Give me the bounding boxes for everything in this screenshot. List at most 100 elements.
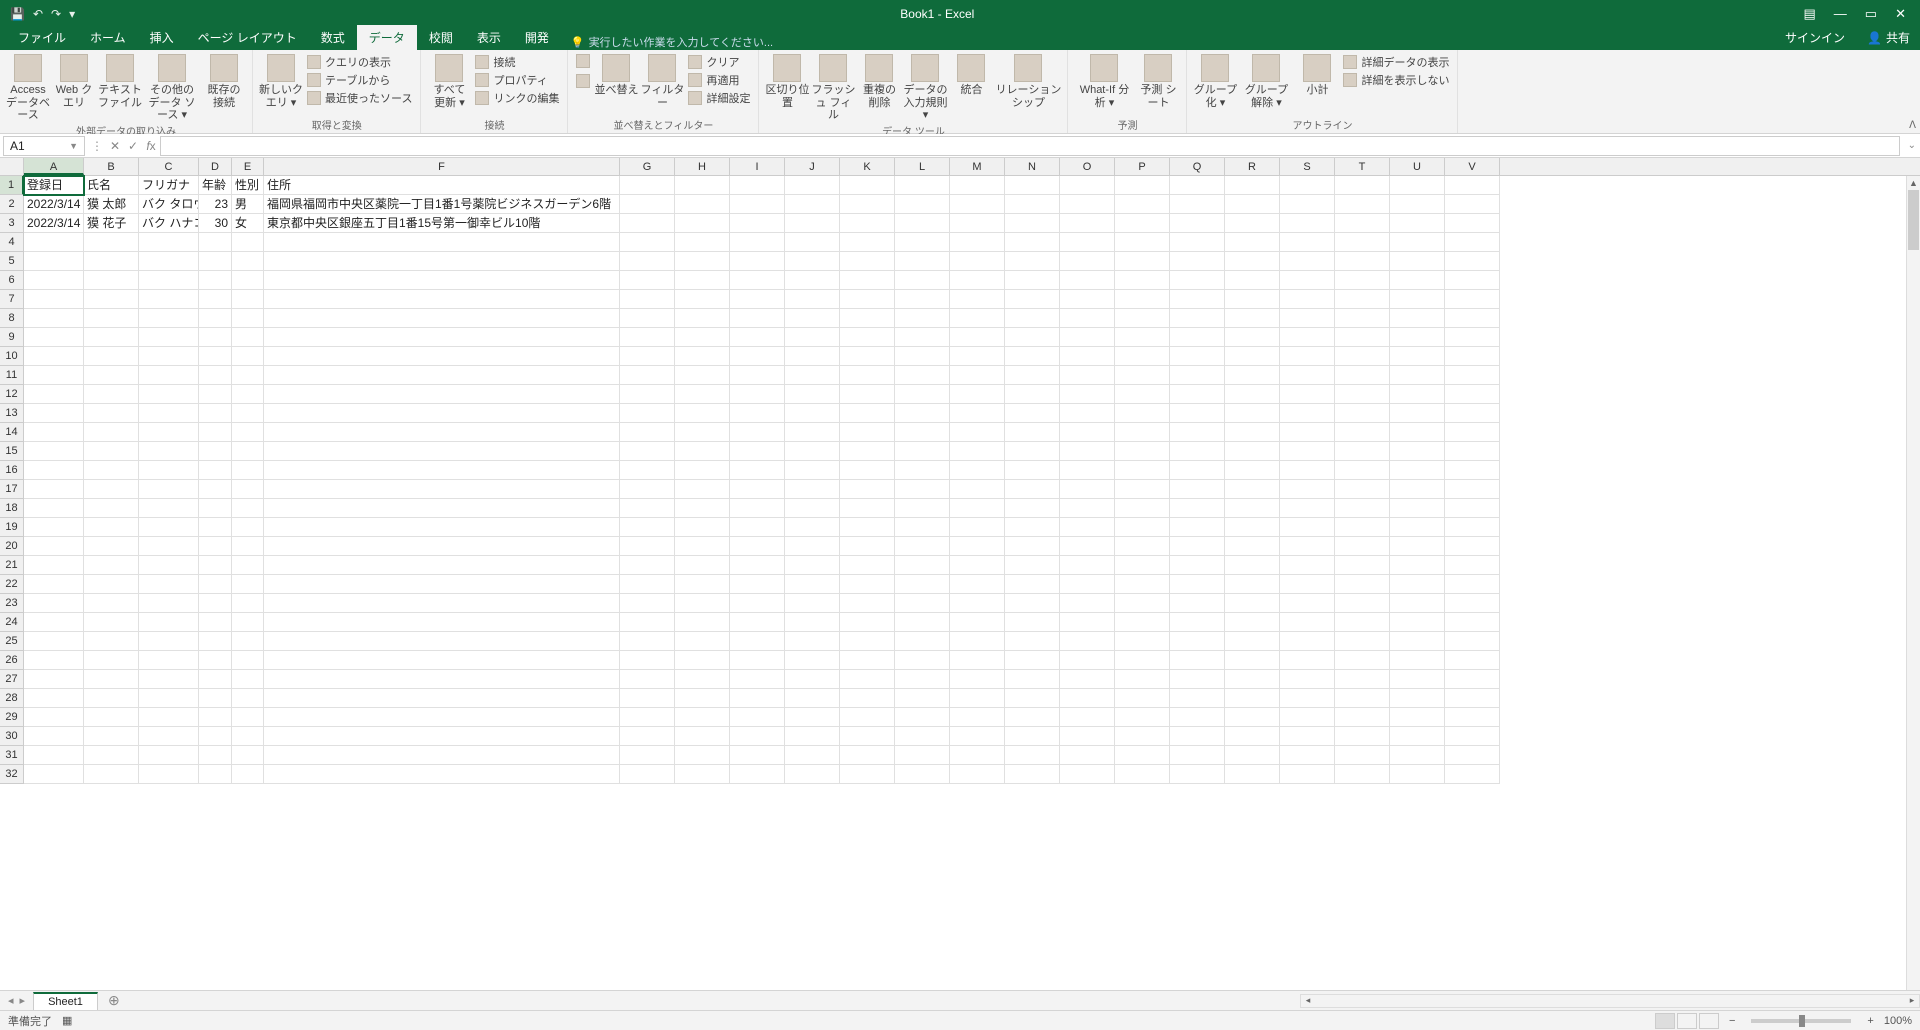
cell[interactable]: [620, 385, 675, 404]
cell[interactable]: [785, 214, 840, 233]
cell[interactable]: [1170, 404, 1225, 423]
cell[interactable]: [1280, 385, 1335, 404]
cell[interactable]: [1115, 556, 1170, 575]
enter-icon[interactable]: ✓: [124, 139, 142, 153]
cell[interactable]: [620, 613, 675, 632]
row-header[interactable]: 30: [0, 727, 24, 746]
cell[interactable]: [24, 252, 84, 271]
sheet-tab[interactable]: Sheet1: [33, 992, 98, 1010]
cell[interactable]: [139, 366, 199, 385]
column-header[interactable]: D: [199, 158, 232, 175]
forecast-sheet-button[interactable]: 予測 シート: [1136, 52, 1180, 109]
column-header[interactable]: E: [232, 158, 264, 175]
cell[interactable]: [1005, 480, 1060, 499]
cell[interactable]: [84, 347, 139, 366]
cell[interactable]: [1115, 461, 1170, 480]
cell[interactable]: [620, 233, 675, 252]
cell[interactable]: [232, 461, 264, 480]
cell[interactable]: [24, 347, 84, 366]
cell[interactable]: [84, 575, 139, 594]
cell[interactable]: [785, 347, 840, 366]
cell[interactable]: 年齢: [199, 176, 232, 195]
cell[interactable]: 住所: [264, 176, 620, 195]
cell[interactable]: [1115, 765, 1170, 784]
cell[interactable]: [675, 727, 730, 746]
cell[interactable]: [895, 195, 950, 214]
cell[interactable]: [1060, 461, 1115, 480]
cell[interactable]: [1280, 328, 1335, 347]
cell[interactable]: [1445, 214, 1500, 233]
cell[interactable]: [1060, 556, 1115, 575]
cell[interactable]: [24, 442, 84, 461]
row-header[interactable]: 25: [0, 632, 24, 651]
cell[interactable]: [1170, 176, 1225, 195]
cell[interactable]: [199, 290, 232, 309]
cell[interactable]: [675, 518, 730, 537]
cell[interactable]: [84, 252, 139, 271]
cell[interactable]: [1225, 689, 1280, 708]
cell[interactable]: [1115, 290, 1170, 309]
cell[interactable]: [264, 461, 620, 480]
cell[interactable]: [1060, 594, 1115, 613]
new-query-button[interactable]: 新しいク エリ ▾: [259, 52, 303, 109]
cell[interactable]: [1225, 423, 1280, 442]
cell[interactable]: [730, 233, 785, 252]
cell[interactable]: [1005, 233, 1060, 252]
cell[interactable]: [1280, 442, 1335, 461]
cell[interactable]: [895, 537, 950, 556]
cell[interactable]: [785, 328, 840, 347]
row-header[interactable]: 9: [0, 328, 24, 347]
cell[interactable]: 東京都中央区銀座五丁目1番15号第一御幸ビル10階: [264, 214, 620, 233]
cell[interactable]: [675, 575, 730, 594]
properties-button[interactable]: プロパティ: [473, 72, 561, 88]
sheet-prev-icon[interactable]: ◂: [8, 994, 14, 1007]
tab-data[interactable]: データ: [357, 25, 417, 50]
cell[interactable]: [1060, 328, 1115, 347]
cell[interactable]: [139, 252, 199, 271]
cell[interactable]: [264, 290, 620, 309]
cell[interactable]: [620, 271, 675, 290]
cell[interactable]: [620, 404, 675, 423]
cell[interactable]: [950, 632, 1005, 651]
cell[interactable]: [1170, 328, 1225, 347]
cell[interactable]: [24, 404, 84, 423]
column-header[interactable]: G: [620, 158, 675, 175]
cell[interactable]: [950, 613, 1005, 632]
cell[interactable]: [730, 423, 785, 442]
cell[interactable]: [1170, 651, 1225, 670]
column-header[interactable]: C: [139, 158, 199, 175]
cell[interactable]: [84, 613, 139, 632]
existing-connections-button[interactable]: 既存の 接続: [202, 52, 246, 109]
cell[interactable]: [950, 404, 1005, 423]
cell[interactable]: [1335, 252, 1390, 271]
cell[interactable]: [1335, 423, 1390, 442]
cell[interactable]: [264, 670, 620, 689]
cell[interactable]: [1060, 613, 1115, 632]
cell[interactable]: [840, 765, 895, 784]
cell[interactable]: [232, 423, 264, 442]
cell[interactable]: [199, 746, 232, 765]
cell[interactable]: [199, 708, 232, 727]
cell[interactable]: [785, 613, 840, 632]
tab-file[interactable]: ファイル: [6, 25, 78, 50]
minimize-button[interactable]: —: [1834, 6, 1847, 21]
row-header[interactable]: 10: [0, 347, 24, 366]
scroll-thumb[interactable]: [1908, 190, 1919, 250]
cell[interactable]: [840, 556, 895, 575]
cell[interactable]: [1280, 708, 1335, 727]
cell[interactable]: [950, 594, 1005, 613]
cell[interactable]: [1390, 556, 1445, 575]
cell[interactable]: [1005, 537, 1060, 556]
cell[interactable]: [675, 537, 730, 556]
cell[interactable]: [1225, 176, 1280, 195]
cell[interactable]: [1115, 689, 1170, 708]
cell[interactable]: [1280, 271, 1335, 290]
row-header[interactable]: 13: [0, 404, 24, 423]
cell[interactable]: [785, 746, 840, 765]
cell[interactable]: [785, 442, 840, 461]
cell[interactable]: [1225, 385, 1280, 404]
cell[interactable]: 福岡県福岡市中央区薬院一丁目1番1号薬院ビジネスガーデン6階: [264, 195, 620, 214]
cell[interactable]: [1060, 651, 1115, 670]
cell[interactable]: [620, 670, 675, 689]
cell[interactable]: [895, 499, 950, 518]
